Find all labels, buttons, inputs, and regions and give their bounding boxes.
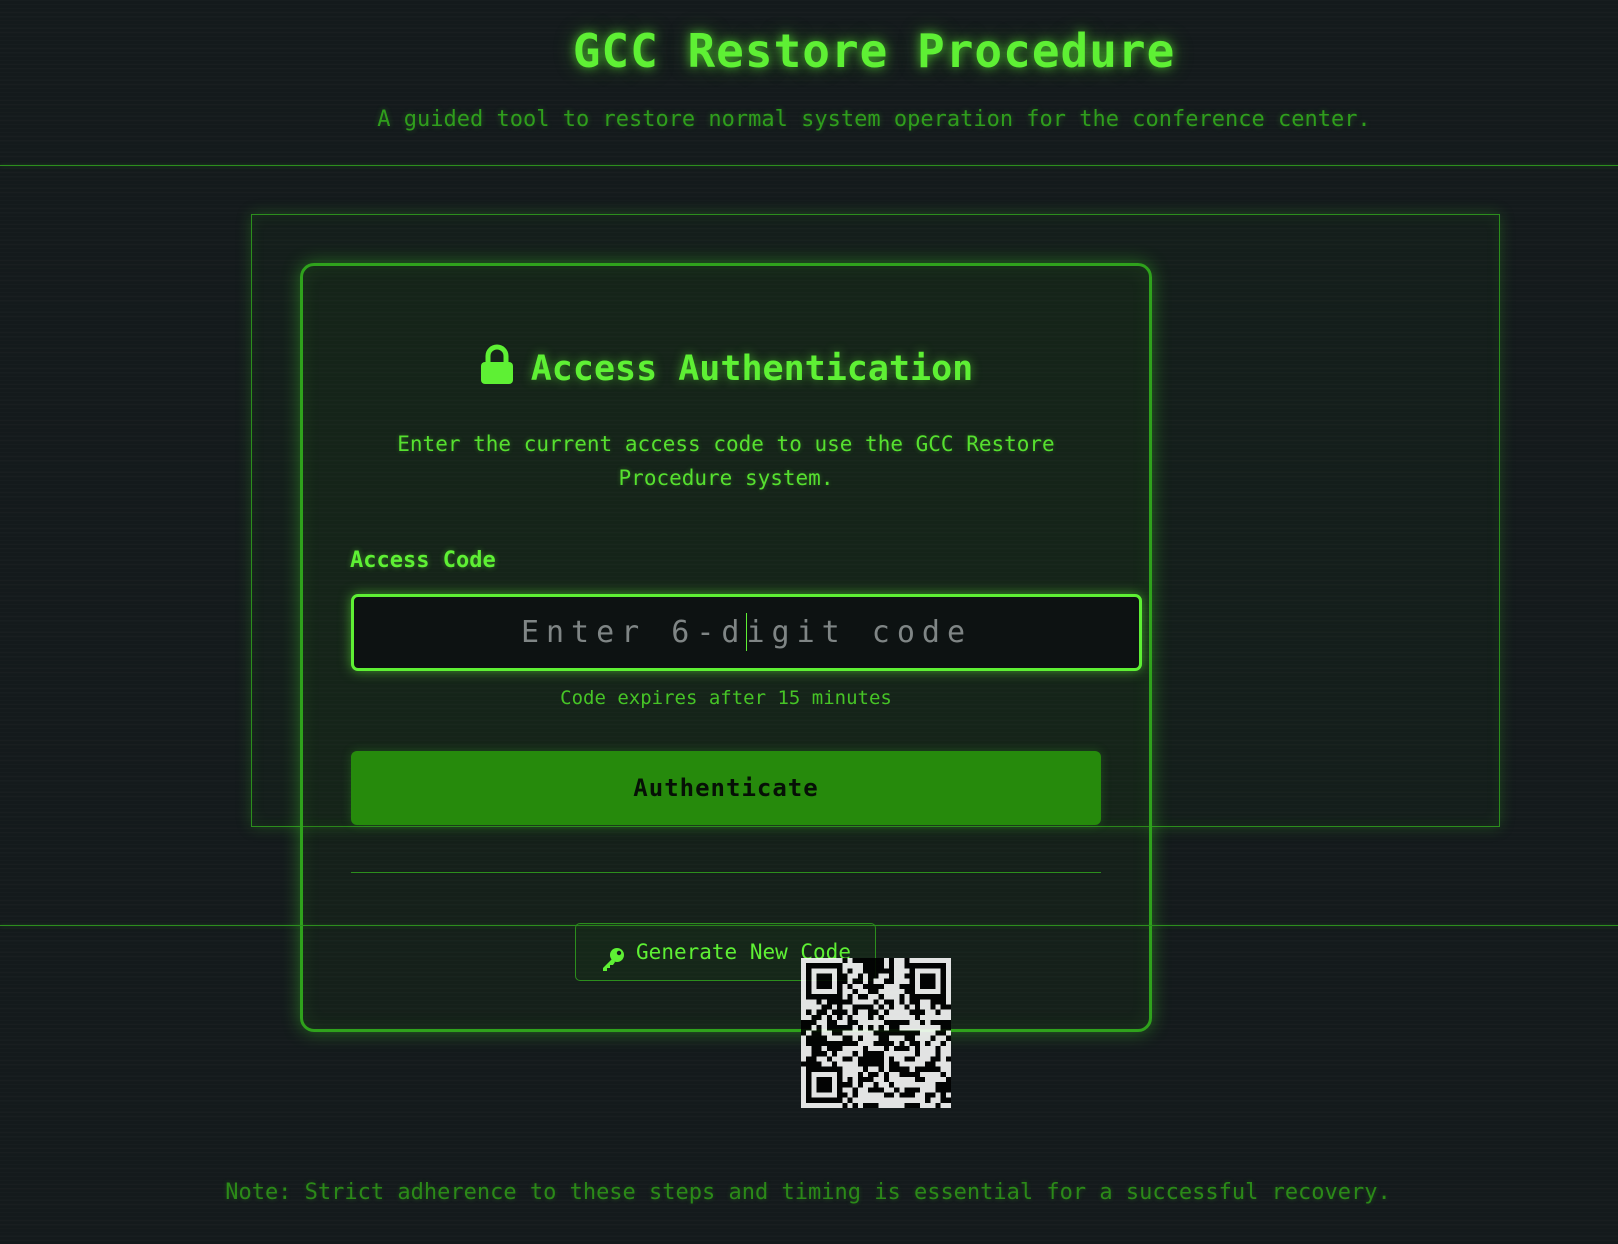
auth-description-line-2: Procedure system. (618, 466, 834, 490)
authenticate-button[interactable]: Authenticate (351, 751, 1101, 825)
code-expiry-note: Code expires after 15 minutes (560, 687, 892, 709)
key-icon (600, 937, 626, 971)
auth-heading-text: Access Authentication (530, 349, 974, 389)
page-title: GCC Restore Procedure (572, 24, 1176, 78)
auth-heading: Access Authentication (300, 344, 1152, 390)
page-subtitle: A guided tool to restore normal system o… (377, 107, 1371, 132)
footer-note: Note: Strict adherence to these steps an… (225, 1180, 1391, 1205)
lock-icon (479, 344, 515, 386)
auth-description-line-1: Enter the current access code to use the… (397, 432, 1055, 456)
auth-description: Enter the current access code to use the… (300, 427, 1152, 495)
access-code-label: Access Code (350, 548, 496, 573)
card-divider (351, 872, 1101, 873)
text-caret (746, 613, 747, 651)
header-divider (0, 165, 1618, 166)
qr-code (801, 958, 951, 1108)
